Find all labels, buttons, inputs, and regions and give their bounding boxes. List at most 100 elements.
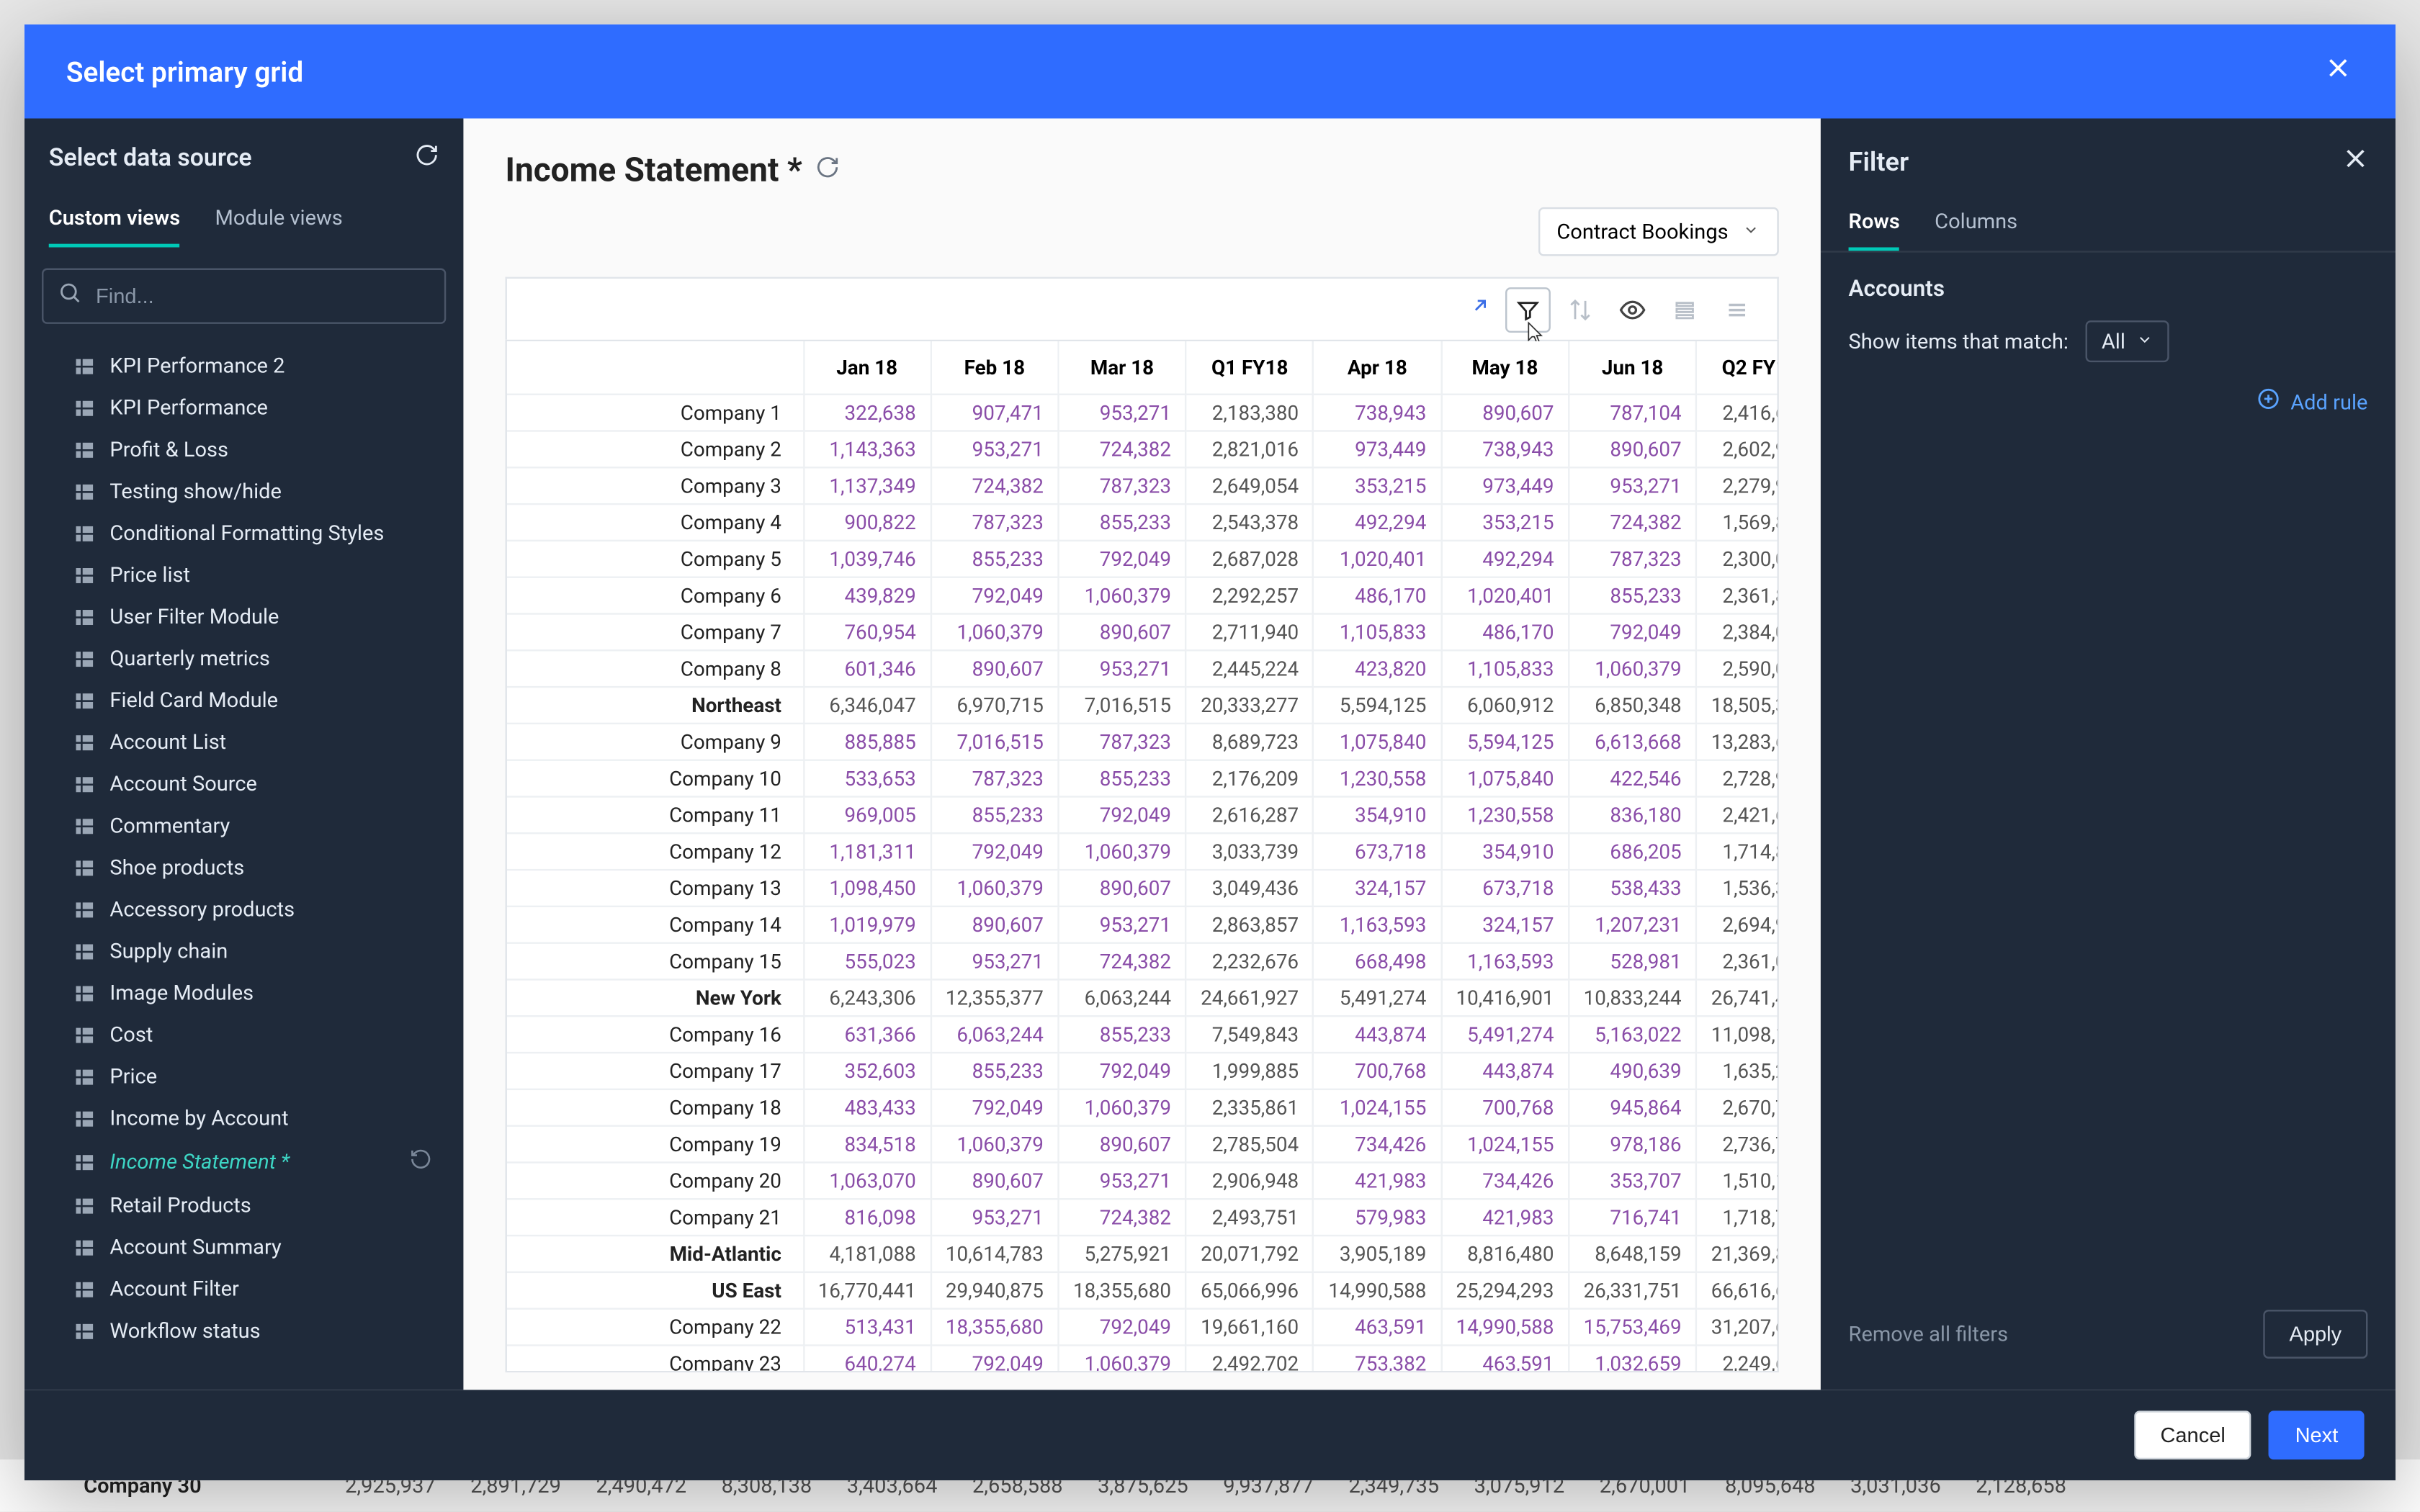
column-header[interactable]: Q2 FY18	[1696, 341, 1779, 394]
data-grid[interactable]: Jan 18Feb 18Mar 18Q1 FY18Apr 18May 18Jun…	[507, 341, 1779, 1372]
table-row[interactable]: Company 131,098,4501,060,379890,6073,049…	[507, 869, 1779, 906]
cell[interactable]: 738,943	[1441, 430, 1569, 467]
maximize-icon[interactable]	[1453, 287, 1498, 332]
cell[interactable]: 1,163,593	[1441, 942, 1569, 979]
tab-module-views[interactable]: Module views	[215, 205, 343, 247]
cell[interactable]: 11,098,170	[1696, 1015, 1779, 1052]
cell[interactable]: 1,032,659	[1569, 1344, 1696, 1372]
cell[interactable]: 6,850,348	[1569, 686, 1696, 723]
cell[interactable]: 792,049	[1058, 540, 1186, 577]
cell[interactable]: 724,382	[1058, 1198, 1186, 1235]
view-list[interactable]: KPI Performance 2KPI PerformanceProfit &…	[24, 345, 464, 1390]
cell[interactable]: 1,569,891	[1696, 503, 1779, 540]
cell[interactable]: 423,820	[1314, 649, 1441, 686]
cell[interactable]: 2,906,948	[1186, 1161, 1314, 1198]
sidebar-item[interactable]: Workflow status	[32, 1310, 457, 1351]
filter-tab-rows[interactable]: Rows	[1849, 209, 1900, 251]
cell[interactable]: 463,591	[1314, 1308, 1441, 1345]
table-row[interactable]: Company 19834,5181,060,379890,6072,785,5…	[507, 1125, 1779, 1162]
cell[interactable]: 5,491,274	[1314, 978, 1441, 1015]
cell[interactable]: 1,075,840	[1314, 723, 1441, 760]
cell[interactable]: 8,689,723	[1186, 723, 1314, 760]
cell[interactable]: 2,335,861	[1186, 1089, 1314, 1125]
cell[interactable]: 1,230,558	[1441, 796, 1569, 832]
table-row[interactable]: Company 16631,3666,063,244855,2337,549,8…	[507, 1015, 1779, 1052]
cell[interactable]: 2,445,224	[1186, 649, 1314, 686]
table-row[interactable]: Company 7760,9541,060,379890,6072,711,94…	[507, 613, 1779, 649]
cell[interactable]: 31,207,648	[1696, 1308, 1779, 1345]
table-row[interactable]: Company 11969,005855,233792,0492,616,287…	[507, 796, 1779, 832]
cell[interactable]: 700,768	[1441, 1089, 1569, 1125]
cell[interactable]: 969,005	[803, 796, 931, 832]
cell[interactable]: 724,382	[1058, 430, 1186, 467]
cell[interactable]: 1,163,593	[1314, 906, 1441, 942]
cell[interactable]: 5,491,274	[1441, 1015, 1569, 1052]
cell[interactable]: 2,670,787	[1696, 1089, 1779, 1125]
table-row[interactable]: Company 22513,43118,355,680792,04919,661…	[507, 1308, 1779, 1345]
cell[interactable]: 2,736,767	[1696, 1125, 1779, 1162]
add-rule-button[interactable]: Add rule	[1849, 387, 2368, 416]
cell[interactable]: 973,449	[1314, 430, 1441, 467]
cell[interactable]: 10,614,783	[931, 1235, 1058, 1272]
table-row[interactable]: Company 51,039,746855,233792,0492,687,02…	[507, 540, 1779, 577]
cell[interactable]: 20,333,277	[1186, 686, 1314, 723]
table-row[interactable]: Company 17352,603855,233792,0491,999,885…	[507, 1052, 1779, 1089]
column-header[interactable]: Q1 FY18	[1186, 341, 1314, 394]
cell[interactable]: 8,816,480	[1441, 1235, 1569, 1272]
sidebar-item[interactable]: Price	[32, 1056, 457, 1097]
sidebar-item[interactable]: KPI Performance	[32, 387, 457, 428]
cell[interactable]: 890,607	[1441, 394, 1569, 431]
cell[interactable]: 2,728,944	[1696, 760, 1779, 796]
cell[interactable]: 65,066,996	[1186, 1272, 1314, 1308]
table-row[interactable]: New York6,243,30612,355,3776,063,24424,6…	[507, 978, 1779, 1015]
cell[interactable]: 4,181,088	[803, 1235, 931, 1272]
sidebar-item[interactable]: Testing show/hide	[32, 470, 457, 512]
cell[interactable]: 2,176,209	[1186, 760, 1314, 796]
tab-custom-views[interactable]: Custom views	[49, 205, 180, 247]
cell[interactable]: 890,607	[931, 649, 1058, 686]
cell[interactable]: 2,300,018	[1696, 540, 1779, 577]
cell[interactable]: 1,105,833	[1441, 649, 1569, 686]
cell[interactable]: 855,233	[1058, 760, 1186, 796]
cell[interactable]: 10,416,901	[1441, 978, 1569, 1015]
cell[interactable]: 6,243,306	[803, 978, 931, 1015]
cell[interactable]: 1,020,401	[1314, 540, 1441, 577]
cell[interactable]: 890,607	[1569, 430, 1696, 467]
table-row[interactable]: Company 121,181,311792,0491,060,3793,033…	[507, 832, 1779, 869]
sidebar-item[interactable]: Field Card Module	[32, 679, 457, 721]
sidebar-item[interactable]: KPI Performance 2	[32, 345, 457, 387]
cell[interactable]: 1,510,116	[1696, 1161, 1779, 1198]
cell[interactable]: 324,157	[1441, 906, 1569, 942]
cell[interactable]: 352,603	[803, 1052, 931, 1089]
sidebar-item[interactable]: Accessory products	[32, 888, 457, 930]
cell[interactable]: 2,421,648	[1696, 796, 1779, 832]
table-row[interactable]: Company 18483,433792,0491,060,3792,335,8…	[507, 1089, 1779, 1125]
next-button[interactable]: Next	[2269, 1410, 2364, 1459]
cell[interactable]: 700,768	[1314, 1052, 1441, 1089]
cell[interactable]: 486,170	[1441, 613, 1569, 649]
table-row[interactable]: Company 21,143,363953,271724,3822,821,01…	[507, 430, 1779, 467]
cell[interactable]: 673,718	[1441, 869, 1569, 906]
cell[interactable]: 760,954	[803, 613, 931, 649]
cell[interactable]: 834,518	[803, 1125, 931, 1162]
show-hide-icon[interactable]	[1610, 287, 1655, 332]
cell[interactable]: 1,635,281	[1696, 1052, 1779, 1089]
cell[interactable]: 855,233	[931, 796, 1058, 832]
cell[interactable]: 890,607	[1058, 869, 1186, 906]
cell[interactable]: 353,707	[1569, 1161, 1696, 1198]
cell[interactable]: 953,271	[931, 942, 1058, 979]
cell[interactable]: 836,180	[1569, 796, 1696, 832]
cell[interactable]: 885,885	[803, 723, 931, 760]
cell[interactable]: 890,607	[931, 1161, 1058, 1198]
cell[interactable]: 5,594,125	[1441, 723, 1569, 760]
cell[interactable]: 631,366	[803, 1015, 931, 1052]
cell[interactable]: 724,382	[1058, 942, 1186, 979]
cell[interactable]: 538,433	[1569, 869, 1696, 906]
table-row[interactable]: Company 141,019,979890,607953,2712,863,8…	[507, 906, 1779, 942]
cell[interactable]: 1,060,379	[1058, 577, 1186, 613]
cell[interactable]: 1,019,979	[803, 906, 931, 942]
column-header[interactable]: Jun 18	[1569, 341, 1696, 394]
cell[interactable]: 1,039,746	[803, 540, 931, 577]
cell[interactable]: 5,594,125	[1314, 686, 1441, 723]
cell[interactable]: 10,833,244	[1569, 978, 1696, 1015]
